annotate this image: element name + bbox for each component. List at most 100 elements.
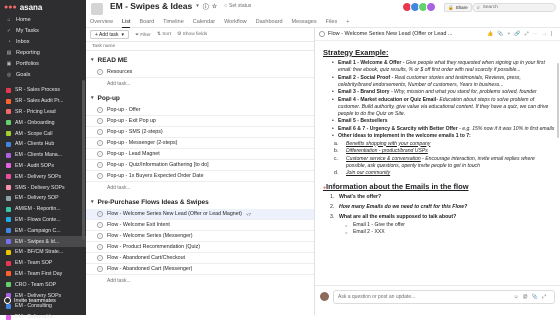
sidebar-item-portfolios[interactable]: ▣ Portfolios <box>0 58 86 69</box>
sort-button[interactable]: ⇅ Sort <box>157 32 171 37</box>
tab-dashboard[interactable]: Dashboard <box>256 15 283 28</box>
table-row[interactable]: ✓ Flow - Welcome Exit Intent <box>86 220 314 231</box>
sidebar-project[interactable]: EM - Team SOP <box>0 258 86 269</box>
table-row[interactable]: ✓ Pop-up - 1x Buyers Expected Order Date <box>86 171 314 182</box>
sidebar-scrollbar[interactable] <box>82 80 85 240</box>
member-avatars[interactable] <box>402 2 436 12</box>
sidebar-item-inbox[interactable]: ◔ Inbox <box>0 36 86 47</box>
table-row[interactable]: ✓ Flow - Abandoned Cart (Messenger) <box>86 264 314 275</box>
table-row[interactable]: ✓ Flow - Welcome Series New Lead (Offer o… <box>86 209 314 220</box>
complete-checkbox[interactable]: ✓ <box>97 244 103 250</box>
expand-icon[interactable]: ⤢ <box>525 31 533 37</box>
complete-checkbox[interactable]: ✓ <box>97 211 103 217</box>
sidebar-project[interactable]: EM - Audit SOPs <box>0 161 86 172</box>
table-row[interactable]: ✓ Pop-up - Exit Pop up <box>86 116 314 127</box>
sidebar-project[interactable]: EM - Delivery SOPs <box>0 171 86 182</box>
complete-checkbox[interactable]: ✓ <box>97 255 103 261</box>
chevron-down-icon[interactable]: ▾ <box>91 95 94 101</box>
thumbs-up-icon[interactable]: 👍 <box>487 31 497 37</box>
invite-teammates-button[interactable]: Invite teammates <box>4 296 56 305</box>
attach-icon[interactable]: 📎 <box>532 294 542 300</box>
table-row[interactable]: ✓ Flow - Abandoned Cart/Checkout <box>86 253 314 264</box>
comment-input[interactable]: Ask a question or post an update... ☺@📎⤢ <box>333 290 555 304</box>
complete-checkbox[interactable]: ✓ <box>97 162 103 168</box>
tab-workflow[interactable]: Workflow <box>224 15 247 28</box>
sidebar-project[interactable]: AM - Clients Hub <box>0 139 86 150</box>
detail-scrollbar[interactable] <box>556 63 559 138</box>
share-button[interactable]: 🔒 Share <box>444 3 472 12</box>
tab-timeline[interactable]: Timeline <box>163 15 184 28</box>
sidebar-item-my-tasks[interactable]: ✓ My Tasks <box>0 25 86 36</box>
sidebar-project[interactable]: AM - Onboarding <box>0 117 86 128</box>
sidebar-project[interactable]: SR - Sales Process <box>0 85 86 96</box>
sidebar-project[interactable]: SR - Sales Audit Pr... <box>0 96 86 107</box>
sidebar-project[interactable]: EM - BF/CM Strate... <box>0 247 86 258</box>
tab-overview[interactable]: Overview <box>90 15 113 28</box>
sidebar-project[interactable]: EM - Deliverable <box>0 312 86 323</box>
avatar[interactable] <box>426 2 436 12</box>
section-header[interactable]: ▾ READ ME <box>86 53 314 67</box>
info-icon[interactable]: ⓘ <box>203 2 209 11</box>
chevron-down-icon[interactable]: ▾ <box>91 199 94 205</box>
sidebar-project[interactable]: AM - Scope Call <box>0 128 86 139</box>
mention-icon[interactable]: @ <box>523 294 532 300</box>
sidebar-project[interactable]: EM - Flows Conte... <box>0 215 86 226</box>
table-row[interactable]: ✓ Pop-up - Quiz/Information Gathering [to… <box>86 160 314 171</box>
complete-checkbox[interactable]: ✓ <box>97 233 103 239</box>
complete-checkbox[interactable]: ✓ <box>97 266 103 272</box>
sidebar-project[interactable]: AM/EM - Reportin... <box>0 204 86 215</box>
close-pane-icon[interactable]: →| <box>542 31 556 37</box>
add-task-inline[interactable]: Add task... <box>86 182 314 193</box>
sidebar-project[interactable]: EM - Campaign C... <box>0 225 86 236</box>
table-row[interactable]: ✓ Pop-up - SMS (2-steps) <box>86 127 314 138</box>
expand-icon[interactable]: ⤢ <box>542 294 550 300</box>
sidebar-project[interactable]: CRO - Team SOP <box>0 279 86 290</box>
table-row[interactable]: ✓ Resources <box>86 67 314 78</box>
complete-checkbox[interactable]: ✓ <box>97 107 103 113</box>
set-status-button[interactable]: ○ Set status <box>224 3 251 9</box>
complete-checkbox[interactable]: ✓ <box>97 69 103 75</box>
chevron-down-icon[interactable]: ▾ <box>122 32 125 38</box>
complete-checkbox[interactable]: ✓ <box>97 140 103 146</box>
complete-checkbox[interactable]: ✓ <box>97 129 103 135</box>
task-detail-title[interactable]: Flow - Welcome Series New Lead (Offer or… <box>328 31 453 37</box>
sidebar-project[interactable]: SR - Pricing Lead <box>0 107 86 118</box>
table-row[interactable]: ✓ Pop-up - Offer <box>86 105 314 116</box>
section-header[interactable]: ▾ Pop-up <box>86 91 314 105</box>
add-task-button[interactable]: + Add task ▾ <box>90 30 130 39</box>
tab-list[interactable]: List <box>121 15 130 28</box>
tab-calendar[interactable]: Calendar <box>193 15 215 28</box>
tab-messages[interactable]: Messages <box>292 15 317 28</box>
table-row[interactable]: ✓ Flow - Product Recommendation (Quiz) <box>86 242 314 253</box>
filter-button[interactable]: ⏷ Filter <box>135 32 151 38</box>
asana-logo[interactable]: ●●● asana <box>0 0 86 14</box>
add-tab-icon[interactable]: + <box>346 15 349 28</box>
complete-checkbox[interactable]: ✓ <box>97 118 103 124</box>
sidebar-item-goals[interactable]: ◎ Goals <box>0 69 86 80</box>
sidebar-item-home[interactable]: ⌂ Home <box>0 14 86 25</box>
table-row[interactable]: ✓ Pop-up - Lead Magnet <box>86 149 314 160</box>
link-icon[interactable]: 🔗 <box>514 31 524 37</box>
tab-board[interactable]: Board <box>139 15 154 28</box>
sidebar-project[interactable]: EM - Delivery SOP <box>0 193 86 204</box>
sidebar-project[interactable]: EM - Swipes & Id... <box>0 236 86 247</box>
tab-files[interactable]: Files <box>326 15 338 28</box>
table-row[interactable]: ✓ Flow - Welcome Series (Messenger) <box>86 231 314 242</box>
search-input[interactable]: ⌕ Search <box>472 3 556 12</box>
attach-icon[interactable]: 📎 <box>497 31 507 37</box>
sidebar-project[interactable]: SMS - Delivery SOPs <box>0 182 86 193</box>
complete-checkbox[interactable]: ✓ <box>97 222 103 228</box>
column-header-task-name[interactable]: Task name <box>86 41 314 51</box>
complete-checkbox[interactable] <box>319 31 325 37</box>
show-fields-button[interactable]: ⚙ Show fields <box>177 32 207 37</box>
complete-checkbox[interactable]: ✓ <box>97 173 103 179</box>
task-description[interactable]: Strategy Example: Email 1 - Welcome & Of… <box>323 45 555 285</box>
more-icon[interactable]: ⋯ <box>533 31 542 37</box>
sidebar-project[interactable]: EM - Team First Day <box>0 269 86 280</box>
add-task-inline[interactable]: Add task... <box>86 275 314 286</box>
sidebar-item-reporting[interactable]: ▤ Reporting <box>0 47 86 58</box>
emoji-icon[interactable]: ☺ <box>514 294 523 300</box>
chevron-down-icon[interactable]: ▾ <box>196 3 199 9</box>
star-icon[interactable]: ☆ <box>212 3 217 10</box>
complete-checkbox[interactable]: ✓ <box>97 151 103 157</box>
